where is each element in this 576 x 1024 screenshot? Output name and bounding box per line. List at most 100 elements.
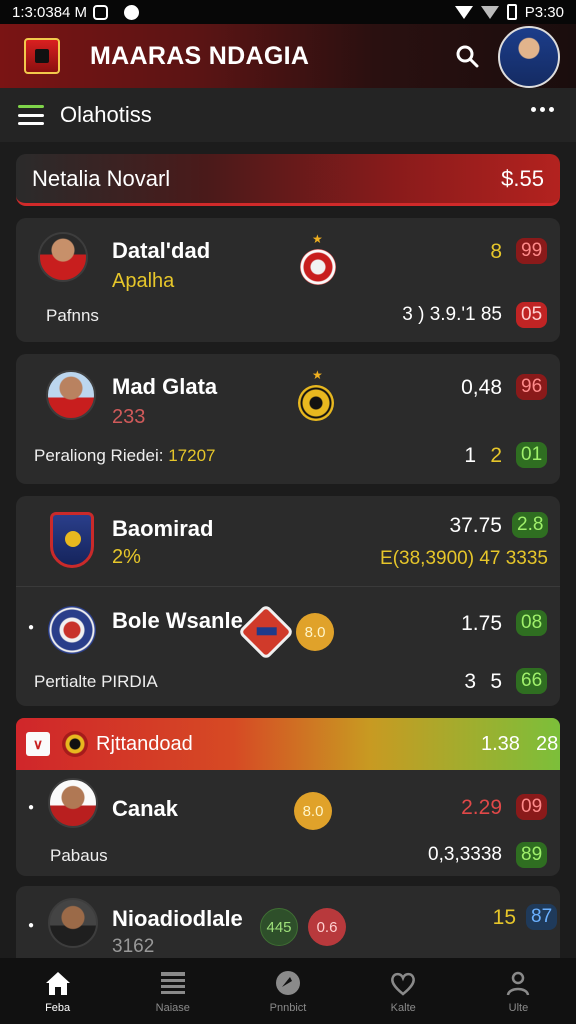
app-title: MAARAS NDAGIA: [90, 41, 310, 70]
stat-value: E(38,3900) 47 3335: [380, 548, 548, 569]
odds-badge[interactable]: 2.8: [512, 512, 549, 538]
list-icon: [160, 971, 185, 994]
search-icon[interactable]: [455, 44, 479, 68]
nav-item-profile[interactable]: Ulte: [461, 958, 576, 1024]
chevron-down-icon[interactable]: ∨: [26, 732, 50, 756]
nav-label: Naiase: [155, 1001, 190, 1014]
nav-label: Ulte: [508, 1001, 529, 1014]
notification-dot-icon: [124, 4, 140, 20]
nav-item-ball[interactable]: Pnnbict: [230, 958, 345, 1024]
avatar: [46, 370, 96, 420]
section-value: 1.38: [481, 732, 520, 755]
stat-value: 2: [490, 444, 502, 467]
app-screen: 1:3:0384 M P3:30 MAARAS NDAGIA Olahotiss…: [0, 0, 576, 1024]
team-crest-icon: [300, 249, 336, 285]
sub-header: Olahotiss: [0, 88, 576, 142]
player-name: Nioadiodlale: [112, 906, 243, 931]
signal-icon: [480, 5, 499, 19]
stat-value: 0,3,3338: [428, 844, 502, 865]
odds-value: 1.75: [461, 612, 502, 635]
home-icon: [45, 971, 70, 995]
row-label: Peraliong Riedei: 17207: [34, 446, 216, 465]
odds-value: 2.29: [461, 796, 502, 819]
stat-value: 5: [490, 670, 502, 693]
team-shield-icon: [50, 512, 94, 568]
nav-label: Feba: [45, 1001, 71, 1014]
stat-badge[interactable]: 01: [516, 442, 548, 468]
status-bar: 1:3:0384 M P3:30: [0, 0, 576, 24]
odds-badge[interactable]: 08: [516, 610, 548, 636]
stat-badge[interactable]: 05: [516, 302, 548, 328]
player-card[interactable]: ● Canak 8.0 2.29 09 Pabaus 0,3,3338 89: [16, 770, 560, 876]
stat-value: 3: [464, 670, 476, 693]
bottom-navigation: Feba Naiase Pnnbict Kalte Ulte: [0, 958, 576, 1024]
odds-value: 37.75: [449, 514, 502, 537]
avatar: [48, 778, 98, 828]
avatar: [48, 898, 98, 948]
avatar: [38, 232, 88, 282]
divider: [16, 586, 560, 587]
player-name: Canak: [112, 796, 179, 821]
match-group-card[interactable]: Baomirad 2% 37.75 2.8 E(38,3900) 47 3335…: [16, 496, 560, 706]
featured-banner[interactable]: Netalia Novarl $.55: [16, 154, 560, 206]
instagram-icon: [93, 4, 109, 20]
player-name: Mad Glata: [112, 374, 218, 399]
team-crest-icon: [48, 606, 96, 654]
app-logo[interactable]: [24, 38, 60, 74]
coin-badge: 8.0: [294, 792, 332, 830]
bullet-icon: ●: [28, 920, 35, 931]
nav-label: Kalte: [390, 1001, 416, 1014]
odds-badge[interactable]: 99: [516, 238, 548, 264]
stat-value: 1: [464, 444, 476, 467]
section-banner-title: Rjttandoad: [96, 732, 193, 755]
player-subtitle: 3162: [112, 936, 155, 957]
profile-avatar[interactable]: [498, 26, 560, 88]
hamburger-menu-icon[interactable]: [18, 105, 44, 125]
ball-icon: [276, 970, 300, 995]
team-subtitle: 2%: [112, 546, 141, 568]
heart-icon: [391, 972, 416, 996]
nav-item-home[interactable]: Feba: [0, 958, 115, 1024]
coin-badge: 445: [260, 908, 298, 946]
stat-badge[interactable]: 66: [516, 668, 548, 694]
coin-badge: 0.6: [308, 908, 346, 946]
banner-value: $.55: [501, 165, 544, 191]
row-label: Pabaus: [50, 846, 108, 865]
stat-badge[interactable]: 89: [516, 842, 548, 868]
row-label: Pertialte PIRDIA: [34, 672, 158, 691]
bullet-icon: ●: [28, 622, 35, 633]
section-value: 28: [536, 732, 559, 755]
odds-badge[interactable]: 96: [516, 374, 548, 400]
more-options-icon[interactable]: [531, 107, 554, 112]
odds-value: 8: [490, 240, 502, 263]
player-card[interactable]: Datal'dad Apalha ★ 8 99 Pafnns 3 ) 3.9.'…: [16, 218, 560, 342]
player-name: Datal'dad: [112, 238, 211, 263]
league-crest-icon: [62, 731, 88, 757]
banner-title: Netalia Novarl: [32, 165, 171, 191]
app-header: MAARAS NDAGIA: [0, 24, 576, 88]
nav-item-list[interactable]: Naiase: [115, 958, 230, 1024]
battery-icon: [506, 4, 517, 20]
team-name: Bole Wsanle: [112, 608, 243, 633]
odds-badge[interactable]: 87: [526, 904, 558, 930]
section-title: Olahotiss: [60, 102, 152, 127]
nav-label: Pnnbict: [269, 1001, 307, 1014]
coin-badge: 8.0: [296, 613, 334, 651]
team-crest-icon: [298, 385, 334, 421]
odds-badge[interactable]: 09: [516, 794, 548, 820]
nav-item-favorites[interactable]: Kalte: [346, 958, 461, 1024]
team-name: Baomirad: [112, 516, 214, 541]
person-icon: [507, 971, 530, 995]
star-icon: ★: [312, 232, 323, 246]
wifi-icon: [454, 5, 473, 19]
status-time: 1:3:0384 M: [12, 3, 88, 21]
player-subtitle: 233: [112, 406, 146, 428]
bullet-icon: ●: [28, 802, 35, 813]
player-card[interactable]: Mad Glata 233 ★ 0,48 96 Peraliong Riedei…: [16, 354, 560, 484]
stat-value: 3 ) 3.9.'1 85: [402, 304, 502, 325]
odds-value: 15: [492, 906, 516, 929]
star-icon: ★: [312, 368, 323, 382]
section-banner[interactable]: ∨ Rjttandoad 1.38 28: [16, 718, 560, 770]
row-label: Pafnns: [46, 306, 99, 325]
status-clock: P3:30: [524, 3, 564, 21]
